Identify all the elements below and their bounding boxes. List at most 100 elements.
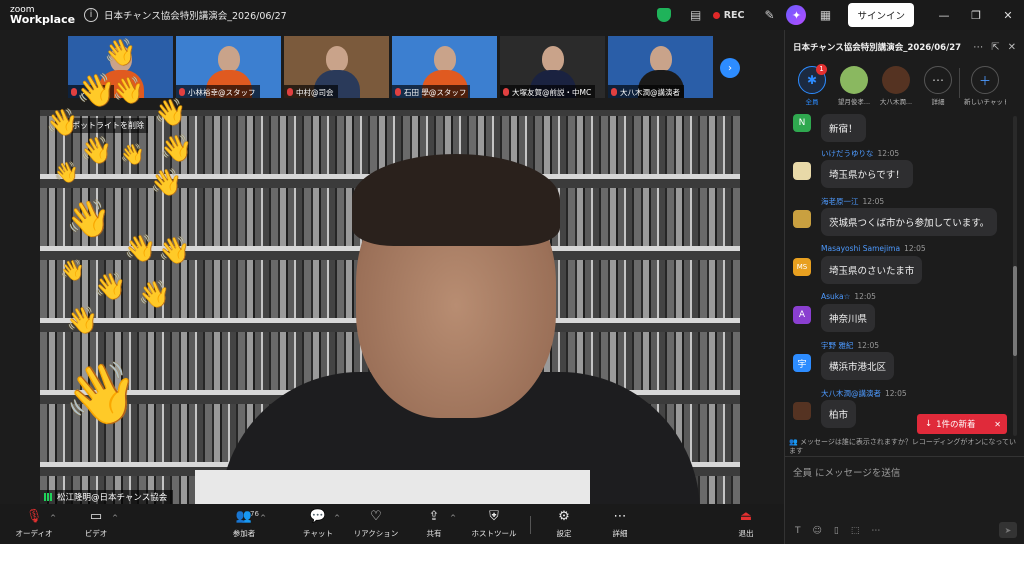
minimize-button[interactable]: —	[928, 9, 960, 22]
clap-reaction-icon: 👋	[158, 236, 191, 266]
dismiss-icon[interactable]: ✕	[994, 420, 1001, 429]
sender-avatar: MS	[793, 258, 811, 276]
more-dots-icon: ⋯	[924, 66, 952, 94]
sender-name: Masayoshi Samejima	[821, 244, 901, 253]
gear-icon: ⚙	[558, 509, 570, 524]
more-button[interactable]: ⋯ 詳細	[590, 508, 650, 539]
text-format-icon[interactable]: T	[795, 526, 801, 536]
video-button[interactable]: ▭ ビデオ ^	[66, 508, 126, 539]
send-icon[interactable]: ➤	[999, 522, 1017, 538]
message-meta: 宇野 雅紀 12:05	[821, 340, 879, 351]
message-time: 12:05	[885, 389, 907, 398]
clap-reaction-icon: 👋	[124, 234, 157, 264]
participant-face	[542, 46, 564, 72]
speaker-hair	[352, 154, 560, 246]
restore-button[interactable]: ❐	[960, 9, 992, 22]
new-message-label: 1件の新着	[936, 420, 976, 430]
unread-badge: 1	[816, 64, 827, 75]
participants-button[interactable]: 👥 76 参加者 ^	[214, 508, 274, 539]
signin-button[interactable]: サインイン	[848, 3, 914, 27]
sender-name: Asuka☆	[821, 292, 851, 301]
participant-thumbnail[interactable]: 大塚友賀@前説・中MC	[500, 36, 605, 98]
clap-reaction-icon: 👋	[154, 98, 187, 128]
tab-label: 新しいチャット	[964, 98, 1006, 106]
message-bubble: 埼玉県のさいたま市	[821, 256, 923, 284]
tab-chat-mochizuki[interactable]: 望月俊孝...	[833, 64, 875, 114]
emoji-icon[interactable]: ☺	[813, 526, 822, 536]
audio-button[interactable]: 🎙 オーディオ ^	[4, 508, 64, 539]
message-bubble: 茨城県つくば市から参加しています。	[821, 208, 998, 236]
message-bubble: 柏市	[821, 400, 857, 428]
share-button[interactable]: ⇪ 共有 ^	[404, 508, 464, 539]
clap-reaction-icon: 👋	[94, 272, 127, 302]
participant-face	[650, 46, 672, 72]
meeting-info-icon[interactable]: i	[84, 8, 98, 22]
speaker-name-text: 松江隆明@日本チャンス協会	[57, 493, 168, 503]
meeting-title: 日本チャンス協会特別講演会_2026/06/27	[104, 11, 287, 22]
message-input[interactable]: 全員 にメッセージを送信	[793, 465, 900, 479]
participant-thumbnail[interactable]: 石田 學@スタッフ	[392, 36, 497, 98]
notes-icon[interactable]: ▤	[685, 4, 707, 26]
chat-options-caret-icon[interactable]: ^	[334, 514, 340, 522]
popout-icon[interactable]: ⇱	[991, 42, 999, 53]
next-page-chevron-icon[interactable]: ›	[720, 58, 740, 78]
video-label: ビデオ	[84, 529, 108, 538]
ai-companion-icon[interactable]: ✦	[786, 5, 807, 25]
sender-avatar	[793, 210, 811, 228]
tab-chat-oyagi[interactable]: 大八木潤...	[875, 64, 917, 114]
participant-thumbnail[interactable]: 中村@司会	[284, 36, 389, 98]
host-tools-button[interactable]: ⛨ ホストツール	[464, 508, 524, 539]
clap-reaction-icon: 👋	[150, 168, 183, 198]
leave-button[interactable]: ⏏ 退出	[716, 508, 776, 539]
tab-label: 詳細	[931, 98, 945, 106]
zoom-logo: zoom Workplace	[0, 5, 76, 25]
participant-thumbnail[interactable]: 小林裕幸@スタッフ	[176, 36, 281, 98]
share-label: 共有	[426, 529, 442, 538]
screenshot-icon[interactable]: ⬚	[851, 526, 860, 536]
chat-scrollbar[interactable]	[1013, 116, 1017, 436]
chat-more-icon[interactable]: ⋯	[973, 42, 983, 53]
close-window-button[interactable]: ✕	[992, 9, 1024, 22]
settings-button[interactable]: ⚙ 設定	[534, 508, 594, 539]
remove-spotlight-label[interactable]: ポットライトを削除	[68, 118, 148, 133]
tab-more[interactable]: ⋯ 詳細	[917, 64, 959, 114]
leave-door-icon: ⏏	[739, 509, 753, 524]
participants-options-caret-icon[interactable]: ^	[260, 514, 266, 522]
logo-line2: Workplace	[10, 13, 76, 26]
scrollbar-thumb[interactable]	[1013, 266, 1017, 356]
clap-reaction-icon: 👋	[160, 134, 193, 164]
more-dots-icon[interactable]: ⋯	[871, 526, 880, 536]
file-icon[interactable]: ▯	[834, 526, 839, 536]
bottom-margin	[0, 544, 1024, 576]
sender-avatar	[793, 402, 811, 420]
share-options-caret-icon[interactable]: ^	[450, 514, 456, 522]
clap-reaction-icon: 👋	[112, 76, 145, 106]
host-tools-label: ホストツール	[471, 529, 517, 538]
participant-face	[218, 46, 240, 72]
video-options-caret-icon[interactable]: ^	[112, 514, 118, 522]
close-chat-icon[interactable]: ✕	[1008, 42, 1016, 53]
visibility-notice[interactable]: 👥 メッセージは誰に表示されますか？レコーディングがオンになっています	[789, 438, 1021, 456]
participants-label: 参加者	[232, 529, 256, 538]
recording-indicator[interactable]: REC	[712, 10, 744, 21]
apps-icon[interactable]: ▦	[814, 4, 836, 26]
audio-options-caret-icon[interactable]: ^	[50, 514, 56, 522]
sender-avatar: 宇	[793, 354, 811, 372]
settings-label: 設定	[556, 529, 572, 538]
new-message-button[interactable]: ↓ 1件の新着 ✕	[917, 414, 1007, 434]
message-meta: Asuka☆ 12:05	[821, 292, 876, 301]
message-meta: Masayoshi Samejima 12:05	[821, 244, 926, 253]
message-meta: 海老原一江 12:05	[821, 196, 884, 207]
whiteboard-pen-icon[interactable]: ✎	[758, 4, 780, 26]
message-composer[interactable]: 全員 にメッセージを送信 T ☺ ▯ ⬚ ⋯ ➤	[785, 456, 1024, 544]
security-shield-icon[interactable]	[656, 8, 671, 22]
message-time: 12:05	[857, 341, 880, 350]
clap-reaction-icon: 👋	[60, 258, 85, 282]
tab-new-chat[interactable]: ＋ 新しいチャット	[964, 64, 1006, 114]
tab-everyone[interactable]: ✱ 1 全員	[791, 64, 833, 114]
participant-thumbnail[interactable]: 大八木潤@講演者	[608, 36, 713, 98]
chat-button[interactable]: 💬 チャット ^	[288, 508, 348, 539]
participant-face	[434, 46, 456, 72]
message-time: 12:05	[854, 292, 876, 301]
reactions-button[interactable]: ♡ リアクション	[346, 508, 406, 539]
